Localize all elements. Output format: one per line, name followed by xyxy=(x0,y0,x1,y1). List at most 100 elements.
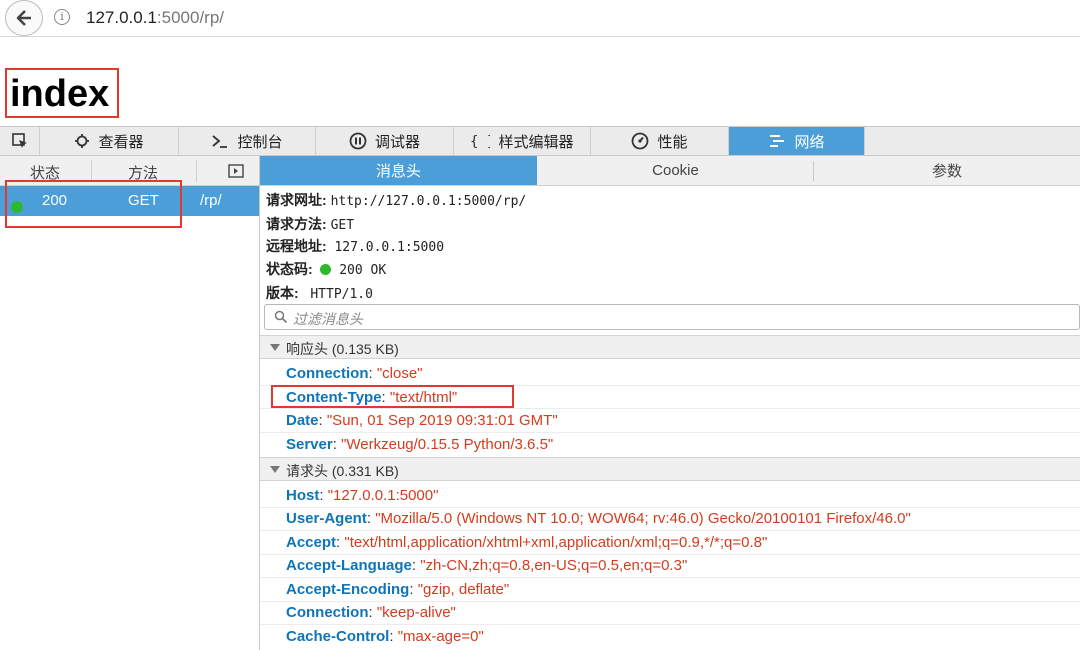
header-name: User-Agent xyxy=(286,510,367,527)
request-headers-title: 请求头 (0.331 KB) xyxy=(286,463,399,479)
devtools-toolbar: 查看器 控制台 调试器 { } 样式编辑器 性能 网络 xyxy=(0,126,1080,156)
response-header-row[interactable]: Date: "Sun, 01 Sep 2019 09:31:01 GMT" xyxy=(286,412,558,429)
tab-performance-label: 性能 xyxy=(657,133,688,151)
tab-console-label: 控制台 xyxy=(237,133,283,151)
request-method: GET xyxy=(128,192,159,209)
summary-remote-label: 远程地址: xyxy=(266,238,327,254)
tab-inspector[interactable]: 查看器 xyxy=(40,127,179,155)
svg-text:{ }: { } xyxy=(470,134,490,149)
response-headers-section[interactable]: 响应头 (0.135 KB) xyxy=(260,335,1080,359)
header-value: "keep-alive" xyxy=(376,604,456,621)
header-name: Accept-Encoding xyxy=(286,581,410,598)
request-header-row[interactable]: Accept-Language: "zh-CN,zh;q=0.8,en-US;q… xyxy=(286,557,687,574)
request-status: 200 xyxy=(42,192,68,209)
collapse-triangle-icon xyxy=(270,344,280,351)
request-file: /rp/ xyxy=(200,192,222,209)
summary-status-label: 状态码: xyxy=(266,261,313,277)
request-list-pane: 状态 方法 200 GET /rp/ xyxy=(0,156,260,650)
header-name: Accept xyxy=(286,534,337,551)
header-name: Cache-Control xyxy=(286,628,390,645)
request-list-header: 状态 方法 xyxy=(0,156,259,186)
header-value: "close" xyxy=(376,365,423,382)
back-arrow-icon xyxy=(16,10,31,26)
header-value: "zh-CN,zh;q=0.8,en-US;q=0.5,en;q=0.3" xyxy=(420,557,688,574)
tab-performance[interactable]: 性能 xyxy=(591,127,729,155)
toggle-sidebar-icon[interactable] xyxy=(228,164,244,178)
tab-headers[interactable]: 消息头 xyxy=(260,156,537,185)
header-value: "text/html,application/xhtml+xml,applica… xyxy=(344,534,768,551)
inspector-icon xyxy=(75,134,90,148)
column-status[interactable]: 状态 xyxy=(30,162,60,183)
summary-remote: 远程地址: 127.0.0.1:5000 xyxy=(266,236,444,256)
tab-params[interactable]: 参数 xyxy=(814,156,1080,185)
details-pane: 消息头 Cookie 参数 请求网址: http://127.0.0.1:500… xyxy=(260,156,1080,650)
response-header-row[interactable]: Server: "Werkzeug/0.15.5 Python/3.6.5" xyxy=(286,436,553,453)
response-header-row[interactable]: Connection: "close" xyxy=(286,365,423,382)
tab-inspector-label: 查看器 xyxy=(98,133,144,151)
response-headers-title: 响应头 (0.135 KB) xyxy=(286,341,399,357)
console-icon xyxy=(212,135,228,148)
performance-icon xyxy=(632,132,649,150)
summary-version-label: 版本: xyxy=(266,285,299,301)
request-header-row[interactable]: Host: "127.0.0.1:5000" xyxy=(286,487,438,504)
header-name: Date xyxy=(286,412,319,429)
summary-status-value: 200 OK xyxy=(339,263,387,278)
collapse-triangle-icon xyxy=(270,466,280,473)
element-picker-icon xyxy=(11,133,27,148)
header-value: "Sun, 01 Sep 2019 09:31:01 GMT" xyxy=(326,412,558,429)
summary-version-value: HTTP/1.0 xyxy=(310,287,373,302)
request-header-row[interactable]: Accept: "text/html,application/xhtml+xml… xyxy=(286,534,767,551)
address-bar: i 127.0.0.1:5000/rp/ xyxy=(0,0,1080,37)
header-value: "127.0.0.1:5000" xyxy=(327,487,439,504)
page-heading: index xyxy=(10,73,110,115)
request-header-row[interactable]: Connection: "keep-alive" xyxy=(286,604,456,621)
url-field[interactable]: 127.0.0.1:5000/rp/ xyxy=(86,8,224,28)
header-value: "max-age=0" xyxy=(397,628,484,645)
summary-url-value: http://127.0.0.1:5000/rp/ xyxy=(330,194,527,209)
tab-debugger-label: 调试器 xyxy=(374,133,420,151)
summary-remote-value: 127.0.0.1:5000 xyxy=(334,240,445,255)
header-value: "gzip, deflate" xyxy=(417,581,510,598)
header-name: Connection xyxy=(286,604,369,621)
summary-url-label: 请求网址: xyxy=(266,192,327,208)
element-picker-button[interactable] xyxy=(0,127,40,155)
tab-network[interactable]: 网络 xyxy=(729,127,865,155)
summary-method-label: 请求方法: xyxy=(266,216,327,232)
header-name: Connection xyxy=(286,365,369,382)
back-button[interactable] xyxy=(5,0,43,36)
tab-console[interactable]: 控制台 xyxy=(179,127,316,155)
style-editor-icon: { } xyxy=(470,134,490,149)
info-icon[interactable]: i xyxy=(54,9,70,25)
summary-version: 版本: HTTP/1.0 xyxy=(266,283,373,303)
tab-network-label: 网络 xyxy=(794,133,825,151)
tab-cookie[interactable]: Cookie xyxy=(538,156,813,185)
url-host: 127.0.0.1 xyxy=(86,8,157,27)
column-method[interactable]: 方法 xyxy=(128,162,158,183)
request-row[interactable]: 200 GET /rp/ xyxy=(0,186,259,216)
tab-style-editor-label: 样式编辑器 xyxy=(498,133,574,151)
header-value: "Werkzeug/0.15.5 Python/3.6.5" xyxy=(341,436,554,453)
header-value: "text/html" xyxy=(389,389,458,406)
summary-method: 请求方法: GET xyxy=(266,214,354,234)
filter-placeholder: 过滤消息头 xyxy=(293,311,363,327)
request-header-row[interactable]: Accept-Encoding: "gzip, deflate" xyxy=(286,581,509,598)
summary-method-value: GET xyxy=(330,218,355,233)
request-header-row[interactable]: User-Agent: "Mozilla/5.0 (Windows NT 10.… xyxy=(286,510,911,527)
header-name: Host xyxy=(286,487,320,504)
summary-url: 请求网址: http://127.0.0.1:5000/rp/ xyxy=(266,190,526,210)
summary-status: 状态码: 200 OK xyxy=(266,259,386,279)
debugger-icon xyxy=(349,132,367,150)
header-name: Accept-Language xyxy=(286,557,412,574)
status-ok-icon xyxy=(320,264,332,275)
header-name: Server xyxy=(286,436,333,453)
details-tabs: 消息头 Cookie 参数 xyxy=(260,156,1080,186)
network-icon xyxy=(770,135,785,147)
response-header-row[interactable]: Content-Type: "text/html" xyxy=(286,389,457,406)
search-icon xyxy=(274,310,288,324)
tab-debugger[interactable]: 调试器 xyxy=(316,127,454,155)
url-path: :5000/rp/ xyxy=(156,8,225,27)
request-headers-section[interactable]: 请求头 (0.331 KB) xyxy=(260,457,1080,481)
request-header-row[interactable]: Cache-Control: "max-age=0" xyxy=(286,628,484,645)
tab-style-editor[interactable]: { } 样式编辑器 xyxy=(454,127,591,155)
filter-headers-input[interactable]: 过滤消息头 xyxy=(264,304,1080,330)
